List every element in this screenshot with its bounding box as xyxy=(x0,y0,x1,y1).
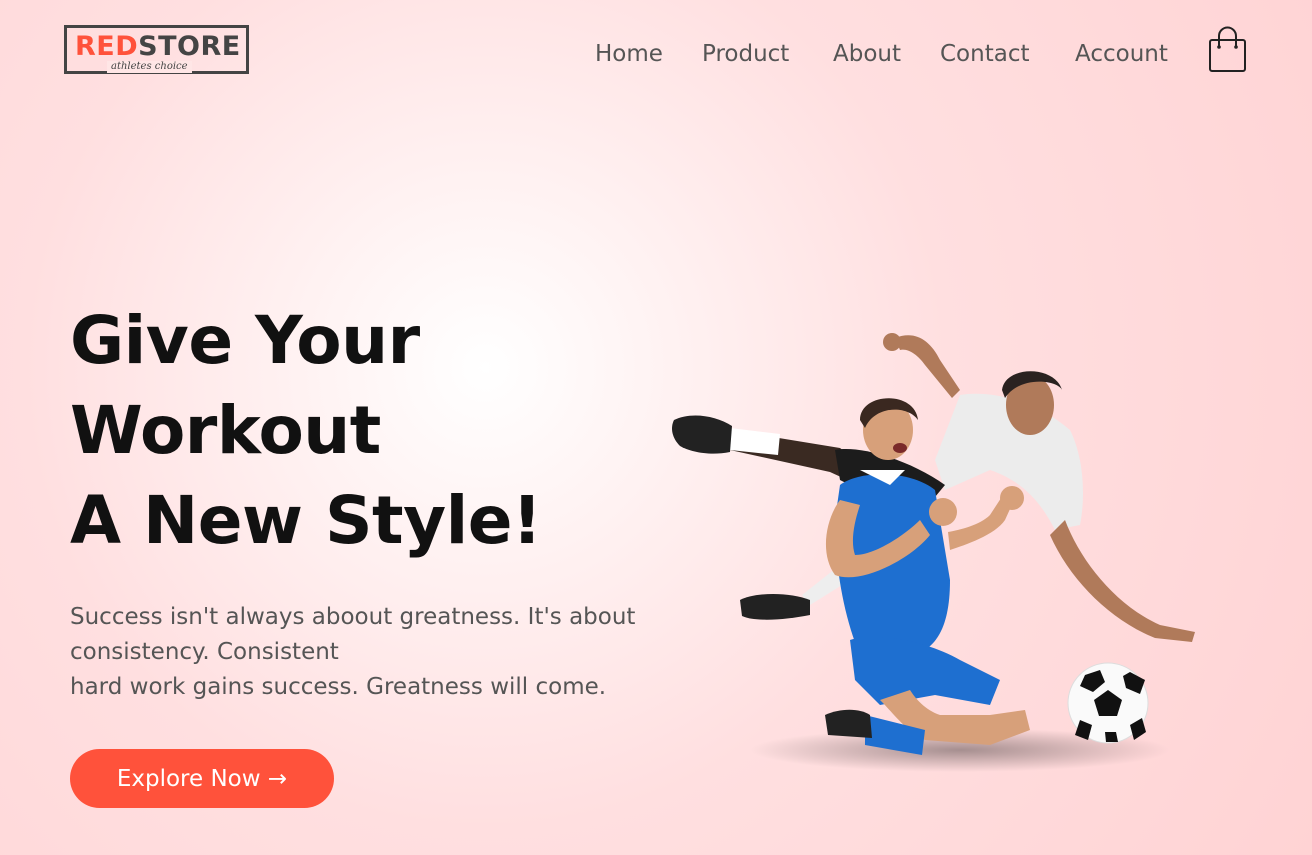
hero-title-line: A New Style! xyxy=(70,482,542,559)
hero-subtitle-line: hard work gains success. Greatness will … xyxy=(70,674,607,700)
explore-now-button[interactable]: Explore Now → xyxy=(70,749,334,808)
soccer-ball xyxy=(1067,662,1149,744)
hero-subtitle-line: Success isn't always aboout greatness. I… xyxy=(70,604,636,630)
header: REDSTORE athletes choice Home Product Ab… xyxy=(0,0,1312,110)
nav-product[interactable]: Product xyxy=(702,38,789,70)
hero-title: Give Your Workout A New Style! xyxy=(70,296,630,566)
hero-subtitle-line: consistency. Consistent xyxy=(70,639,339,665)
hero-title-line: Workout xyxy=(70,392,381,469)
nav-about[interactable]: About xyxy=(833,38,901,70)
nav-contact[interactable]: Contact xyxy=(940,38,1029,70)
shopping-bag-icon[interactable] xyxy=(1207,26,1249,74)
nav-home[interactable]: Home xyxy=(595,38,663,70)
main-nav: Home Product About Contact Account xyxy=(0,38,1312,70)
hero-subtitle: Success isn't always aboout greatness. I… xyxy=(70,600,670,705)
football-players-photo xyxy=(660,320,1220,790)
nav-account[interactable]: Account xyxy=(1075,38,1168,70)
hero-title-line: Give Your xyxy=(70,302,420,379)
